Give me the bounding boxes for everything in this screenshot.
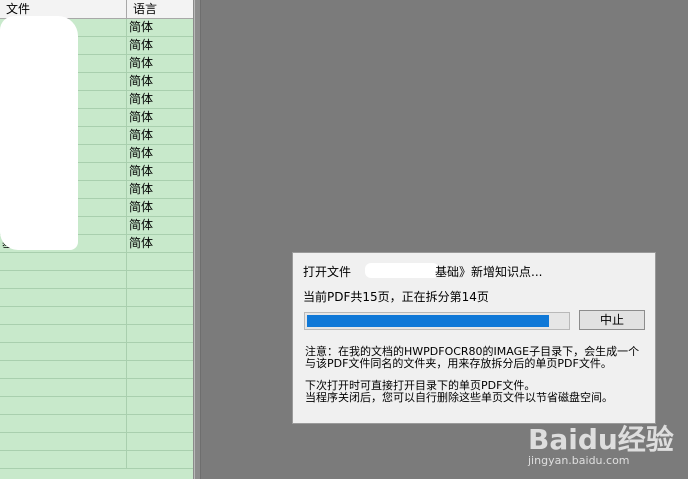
language-cell — [128, 325, 193, 342]
language-cell — [128, 397, 193, 414]
language-cell: 简体 — [129, 164, 154, 178]
language-cell — [128, 415, 193, 432]
file-name-cell — [0, 289, 127, 306]
language-cell: 简体 — [129, 38, 154, 52]
progress-dialog: 打开文件 基础》新增知识点... 当前PDF共15页，正在拆分第14页 中止 注… — [292, 252, 656, 424]
redaction-mark — [365, 263, 439, 278]
table-row[interactable] — [0, 361, 193, 379]
file-name-cell — [0, 361, 127, 378]
file-name-cell — [0, 343, 127, 360]
table-row[interactable] — [0, 451, 193, 469]
table-row[interactable] — [0, 325, 193, 343]
file-name-cell — [0, 397, 127, 414]
table-row[interactable] — [0, 379, 193, 397]
table-row[interactable] — [0, 433, 193, 451]
file-name-cell — [0, 271, 127, 288]
redaction-mark — [30, 205, 66, 237]
file-name-cell — [0, 325, 127, 342]
note-text: 注意：在我的文档的HWPDFOCR80的IMAGE子目录下，会生成一个 与该PD… — [305, 345, 640, 370]
column-header-language[interactable]: 语言 — [127, 0, 193, 18]
file-list-panel: 文件 语言 《基础》...简体2 基础》...简体基础》...简体基础》...简… — [0, 0, 194, 479]
split-progress-bar — [304, 312, 570, 330]
language-cell: 简体 — [129, 92, 154, 106]
language-cell — [128, 343, 193, 360]
language-cell: 简体 — [129, 218, 154, 232]
watermark-url: jingyan.baidu.com — [528, 454, 630, 467]
table-row[interactable] — [0, 271, 193, 289]
file-name-cell — [0, 379, 127, 396]
open-file-prefix: 打开文件 — [303, 265, 352, 279]
panel-splitter[interactable] — [194, 0, 201, 479]
language-cell — [128, 307, 193, 324]
file-name-cell — [0, 433, 127, 450]
split-status-text: 当前PDF共15页，正在拆分第14页 — [303, 290, 489, 304]
table-row[interactable] — [0, 343, 193, 361]
language-cell — [128, 271, 193, 288]
language-cell: 简体 — [129, 236, 154, 250]
hint-text: 下次打开时可直接打开目录下的单页PDF文件。 当程序关闭后，您可以自行删除这些单… — [305, 379, 613, 404]
language-cell: 简体 — [129, 182, 154, 196]
language-cell: 简体 — [129, 200, 154, 214]
progress-fill — [307, 315, 549, 327]
language-cell: 简体 — [129, 128, 154, 142]
table-row[interactable] — [0, 307, 193, 325]
table-row[interactable] — [0, 289, 193, 307]
language-cell — [128, 451, 193, 468]
language-cell — [128, 379, 193, 396]
language-cell: 简体 — [129, 20, 154, 34]
language-cell: 简体 — [129, 110, 154, 124]
file-name-cell — [0, 415, 127, 432]
table-row[interactable] — [0, 397, 193, 415]
baidu-jingyan-watermark: Baidu经验 jingyan.baidu.com — [528, 418, 678, 474]
table-row[interactable] — [0, 415, 193, 433]
language-cell: 简体 — [129, 146, 154, 160]
file-name-cell — [0, 307, 127, 324]
file-name-cell — [0, 451, 127, 468]
table-row[interactable] — [0, 253, 193, 271]
open-file-name: 基础》新增知识点... — [435, 265, 543, 279]
language-cell: 简体 — [129, 56, 154, 70]
language-cell — [128, 289, 193, 306]
file-name-cell — [0, 253, 127, 270]
language-cell — [128, 433, 193, 450]
watermark-logo: Baidu经验 — [528, 423, 674, 456]
language-cell — [128, 361, 193, 378]
open-file-line: 打开文件 基础》新增知识点... — [303, 263, 643, 279]
language-cell — [128, 253, 193, 270]
stop-button[interactable]: 中止 — [579, 310, 645, 330]
language-cell: 简体 — [129, 74, 154, 88]
